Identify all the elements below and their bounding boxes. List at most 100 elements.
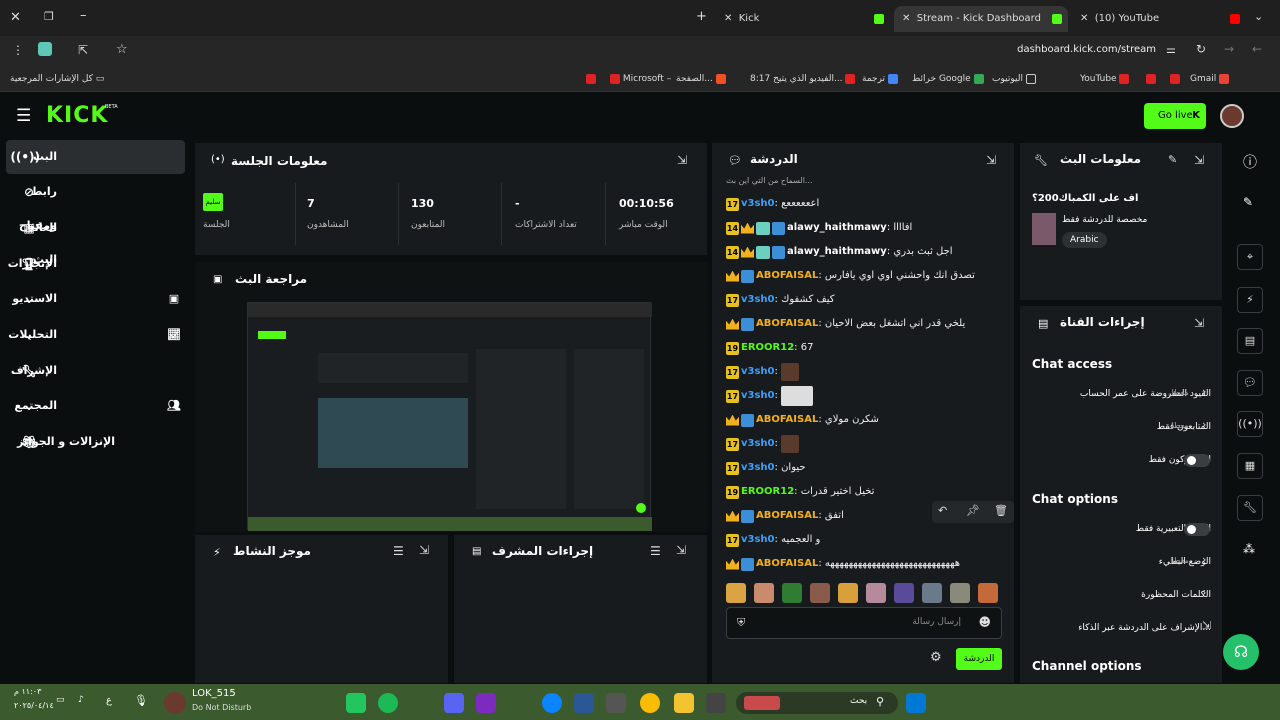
emote-icon[interactable] [950,583,970,603]
go-live-button[interactable]: Go live K [1144,103,1206,129]
setting-row[interactable]: ...الإشراف على الدردشة عبر الذكاء [1031,618,1211,638]
sidebar-item-analytics[interactable]: ⌄ التحليلات 📈︎ [6,318,185,352]
url-field[interactable]: dashboard.kick.com/stream [900,44,1156,55]
chevron-right-icon[interactable]: › [1202,418,1206,431]
bookmark-youtube-icon-3[interactable] [1170,66,1180,92]
popout-icon[interactable]: ⇲ [676,543,686,557]
chat-username[interactable]: v3sh0 [741,534,775,545]
taskbar-lang[interactable]: ع [106,695,112,706]
toggle-switch[interactable] [1184,454,1210,467]
chat-username[interactable]: ABOFAISAL [756,414,818,425]
rail-clipboard-icon[interactable]: ▤ [1237,328,1263,354]
sidebar-item-community[interactable]: ⌄ المجتمع 👥︎ [6,389,185,423]
sidebar-item-revenue[interactable]: ▦ العائد [6,211,185,245]
app-icon[interactable] [606,693,626,713]
chat-message[interactable]: 17 v3sh0: [726,434,800,454]
volume-icon[interactable]: ♪ [78,695,84,705]
chat-username[interactable]: v3sh0 [741,294,775,305]
chat-username[interactable]: v3sh0 [741,462,775,473]
chat-message[interactable]: 14 alawy_haithmawy: اجل ثبث بدري [726,242,953,262]
hamburger-menu-icon[interactable]: ☰ [16,106,31,126]
chat-username[interactable]: ABOFAISAL [756,558,818,569]
edit-icon[interactable]: ✎ [1168,153,1177,166]
chat-username[interactable]: alawy_haithmawy [787,222,887,233]
chat-username[interactable]: ABOFAISAL [756,510,818,521]
emote-icon[interactable] [922,583,942,603]
new-tab-icon[interactable]: + [696,9,707,24]
bookmark-video[interactable]: 8:17 الفيديو الذي يتيح... [750,66,856,92]
filter-icon[interactable]: ☰ [650,544,661,558]
tab-search-icon[interactable]: ⌄ [1254,10,1263,23]
filter-icon[interactable]: ☰ [393,544,404,558]
sidebar-item-stream-key[interactable]: ⊘ رابط ومفتاح البث [6,175,185,266]
chat-message[interactable]: 17 v3sh0: و العجميه [726,530,820,550]
reload-icon[interactable]: ↻ [1196,42,1206,56]
chat-settings-icon[interactable]: ⚙︎ [930,650,942,665]
chat-message[interactable]: ABOFAISAL: شكرن مولاي [726,410,879,430]
shield-icon[interactable]: ⛨ [737,616,745,630]
chat-username[interactable]: ABOFAISAL [756,318,818,329]
close-window-icon[interactable]: ✕ [10,10,21,25]
emote-icon[interactable] [810,583,830,603]
rail-broadcast-icon[interactable]: ((•)) [1237,411,1263,437]
bookmark-youtube-icon[interactable] [586,66,596,92]
chat-input[interactable]: ⛨ إرسال رسالة ☻ [726,607,1002,639]
emote-icon[interactable] [754,583,774,603]
sidebar-item-achievements[interactable]: 🏆︎ الإنجازات [6,247,185,281]
sidebar-item-drops[interactable]: 🎁︎ الإنزالات و الجوائز [6,425,185,459]
discord-icon[interactable] [444,693,464,713]
emote-icon[interactable] [894,583,914,603]
share-icon[interactable]: ⇱ [78,43,88,57]
kick-logo[interactable]: KICK [46,103,108,128]
minimize-window-icon[interactable]: – [80,8,87,23]
sidebar-item-moderation[interactable]: 🔧︎ الإشراف [6,354,185,388]
sidebar-item-stream[interactable]: ((•)) البث [6,140,185,174]
avatar[interactable] [1220,104,1244,128]
send-chat-button[interactable]: الدردشة [956,648,1002,670]
bookmark-star-icon[interactable]: ☆ [116,42,128,57]
chat-message[interactable]: 14 alawy_haithmawy: افاااا [726,218,912,238]
popout-icon[interactable]: ⇲ [1194,316,1204,330]
rail-chat-icon[interactable]: 💬︎ [1237,370,1263,396]
emote-icon[interactable] [866,583,886,603]
notification-icon[interactable]: ▭ [56,695,65,705]
chat-message[interactable]: 17 v3sh0: حيوان [726,458,806,478]
bookmark-maps[interactable]: خرائط Google [912,66,984,92]
chat-message[interactable]: ABOFAISAL: تصدق انك واحشني اوي اوي يافار… [726,266,975,286]
mic-icon[interactable]: 🎙︎ [134,694,148,707]
file-explorer-icon[interactable] [674,693,694,713]
close-tab-icon[interactable]: ✕ [902,13,910,24]
rail-target-icon[interactable]: ⌖ [1237,244,1263,270]
app-icon[interactable] [346,693,366,713]
menu-icon[interactable]: ⋮ [12,43,24,57]
popout-icon[interactable]: ⇲ [419,543,429,557]
emote-icon[interactable] [838,583,858,603]
bookmark-youtube-icon-2[interactable] [1146,66,1156,92]
task-view-icon[interactable] [706,693,726,713]
chat-emote[interactable] [781,435,800,453]
close-tab-icon[interactable]: ✕ [724,13,732,24]
bookmark-page[interactable]: الصفحة... [676,66,726,92]
chat-username[interactable]: EROOR12 [741,342,794,353]
taskbar-search[interactable]: بحث ⚲ [736,692,898,714]
popout-icon[interactable]: ⇲ [1194,153,1204,167]
popout-icon[interactable]: ⇲ [677,153,687,167]
chat-username[interactable]: v3sh0 [741,366,775,377]
toggle-switch[interactable] [1184,523,1210,536]
chat-username[interactable]: EROOR12 [741,486,794,497]
avatar[interactable] [164,692,186,714]
store-icon[interactable] [574,693,594,713]
back-icon[interactable]: ← [1252,42,1262,56]
emote-icon[interactable] [726,583,746,603]
bookmark-youtube[interactable]: YouTube [1080,66,1130,92]
rail-lightning-icon[interactable]: ⚡︎ [1237,287,1263,313]
rail-wrench-icon[interactable]: 🔧︎ [1237,495,1263,521]
tab-kick-dashboard[interactable]: ✕ Stream - Kick Dashboard [894,6,1068,32]
chat-message[interactable]: ABOFAISAL: ههههههههههههههههههههههههههههه [726,554,960,574]
chat-emote[interactable] [781,363,800,381]
windows-start-icon[interactable] [906,693,926,713]
chat-message[interactable]: 19 EROOR12: 67 [726,338,813,358]
chat-message[interactable]: 17 v3sh0: كيف كشفوك [726,290,835,310]
sidebar-item-studio[interactable]: ⌄ الاستديو ▣ [6,282,185,316]
bookmark-youtube-ar[interactable]: اليوتيوب [992,66,1036,92]
